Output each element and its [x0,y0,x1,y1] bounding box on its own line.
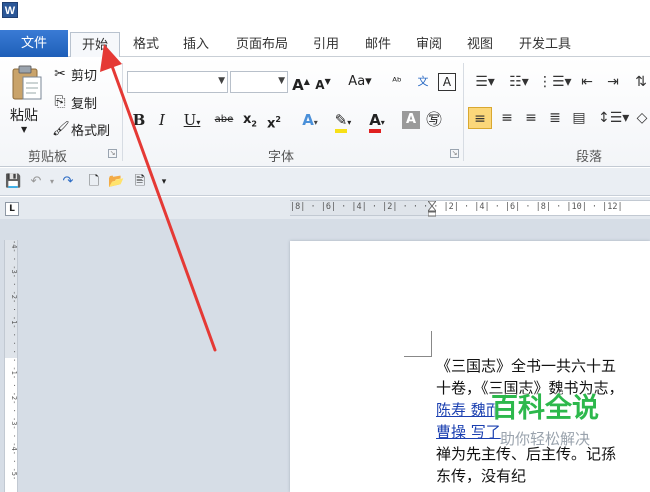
highlight-icon[interactable]: ✎▾ [328,109,358,133]
ribbon-tab-row: 文件 开始 格式 插入 页面布局 引用 邮件 审阅 视图 开发工具 [0,30,650,58]
tab-file[interactable]: 文件 [0,30,68,57]
align-right-icon[interactable]: ≡ [520,107,542,129]
bold-icon[interactable]: B [130,109,148,131]
justify-icon[interactable]: ≣ [544,107,566,129]
horizontal-ruler[interactable]: |8| · |6| · |4| · |2| · · · · |2| · |4| … [290,200,650,217]
font-name-combo[interactable]: ▼ [127,71,228,93]
phonetic-guide-icon[interactable]: 文 [412,71,434,93]
format-painter-label: 格式刷 [71,123,111,139]
shading-icon[interactable]: ◇ [634,107,650,129]
bullets-icon[interactable]: ☰▾ [470,71,500,93]
tab-insert[interactable]: 插入 [176,32,216,57]
paragraph-group-label: 段落 [576,150,603,165]
word-app-icon[interactable]: W [2,2,18,18]
chevron-down-icon[interactable]: ▾ [44,174,60,190]
tab-developer[interactable]: 开发工具 [510,32,580,57]
line-spacing-icon[interactable]: ↕☰▾ [598,107,629,129]
sort-icon[interactable]: ⇅ [632,71,650,93]
tab-page-layout[interactable]: 页面布局 [226,32,298,57]
grow-font-icon[interactable]: A▲ [292,71,310,94]
cut-button[interactable]: ✂ 剪切 [52,63,97,85]
tab-mailings[interactable]: 邮件 [358,32,398,57]
indent-marker-icon[interactable] [428,201,436,217]
chevron-down-icon: ▼ [218,76,225,86]
new-document-icon[interactable]: 🗋 [86,174,102,190]
text-effects-icon[interactable]: A▾ [296,109,324,131]
margin-corner-mark [404,331,432,357]
numbering-icon[interactable]: ☷▾ [504,71,534,93]
ruler-ticks: -4- · -3- · -2- · -1- · · · · -1- · -2- … [10,240,18,481]
paste-button[interactable]: 粘贴 ▼ [8,61,44,139]
watermark-title: 百科全说 [491,393,599,424]
watermark-subtitle: 助你轻松解决 [499,430,590,448]
text-line: 《三国志》全书一共六十五 [436,357,617,375]
character-shading-icon[interactable]: A [402,111,420,129]
copy-icon: ⎘ [54,94,66,110]
vertical-ruler[interactable]: -4- · -3- · -2- · -1- · · · · -1- · -2- … [4,240,18,492]
tab-references[interactable]: 引用 [306,32,346,57]
group-divider [122,63,123,161]
cut-label: 剪切 [71,68,98,84]
format-painter-button[interactable]: 🖌 格式刷 [52,118,110,140]
enclose-characters-icon[interactable]: ㊢ [424,109,444,131]
tab-review[interactable]: 审阅 [409,32,449,57]
group-divider [463,63,464,161]
redo-icon[interactable]: ↷ [60,174,76,190]
character-border-icon[interactable]: A [438,73,456,91]
strikethrough-icon[interactable]: abe [212,109,236,131]
clear-format-icon[interactable]: ᴬᵇ [386,71,408,93]
distributed-icon[interactable]: ▤ [568,107,590,129]
open-folder-icon[interactable]: 📂 [108,174,124,190]
subscript-icon[interactable]: x2 [240,109,260,131]
increase-indent-icon[interactable]: ⇥ [602,71,624,93]
align-center-icon[interactable]: ≡ [496,107,518,129]
text-line: 东传，没有纪 [436,467,527,485]
clipboard-group-label: 剪贴板 [28,150,68,165]
align-left-icon[interactable]: ≡ [468,107,492,129]
ribbon: 粘贴 ▼ ✂ 剪切 ⎘ 复制 🖌 格式刷 剪贴板 ↘ ▼ ▼ A▲ A▼ Aa▾… [0,57,650,167]
font-color-icon[interactable]: A▾ [362,109,392,133]
brush-icon: 🖌 [52,121,70,137]
paste-label: 粘贴 [10,108,38,124]
italic-icon[interactable]: I [154,109,170,131]
undo-icon[interactable]: ↶ [28,174,44,190]
tab-stop-selector[interactable]: L [5,202,19,216]
quick-access-toolbar: 💾 ↶ ▾ ↷ 🗋 📂 🖹 ▾ [0,168,650,196]
ruler-row: L |8| · |6| · |4| · |2| · · · · |2| · |4… [0,197,650,219]
tab-home[interactable]: 开始 [70,32,120,58]
chevron-down-icon: ▼ [278,76,285,86]
customize-toolbar-icon[interactable]: ▾ [156,174,172,190]
title-bar: W [0,0,650,30]
font-size-combo[interactable]: ▼ [230,71,288,93]
multilevel-list-icon[interactable]: ⋮☰▾ [538,71,572,93]
print-preview-icon[interactable]: 🖹 [132,174,148,190]
scissors-icon: ✂ [54,66,66,82]
copy-label: 复制 [71,96,98,112]
change-case-icon[interactable]: Aa▾ [346,71,374,93]
underline-icon[interactable]: U▾ [178,109,206,131]
superscript-icon[interactable]: x2 [264,109,284,131]
tab-format[interactable]: 格式 [126,32,166,57]
shrink-font-icon[interactable]: A▼ [314,71,332,93]
tab-view[interactable]: 视图 [460,32,500,57]
chevron-down-icon: ▼ [21,125,28,134]
watermark: 百科全说 助你轻松解决 [470,390,620,466]
clipboard-dialog-launcher[interactable]: ↘ [108,149,117,158]
paste-icon [12,65,42,100]
copy-button[interactable]: ⎘ 复制 [52,91,97,113]
save-icon[interactable]: 💾 [5,174,21,190]
decrease-indent-icon[interactable]: ⇤ [576,71,598,93]
ruler-ticks: |8| · |6| · |4| · |2| · · · · |2| · |4| … [290,202,623,212]
font-group-label: 字体 [268,150,295,165]
font-dialog-launcher[interactable]: ↘ [450,149,459,158]
